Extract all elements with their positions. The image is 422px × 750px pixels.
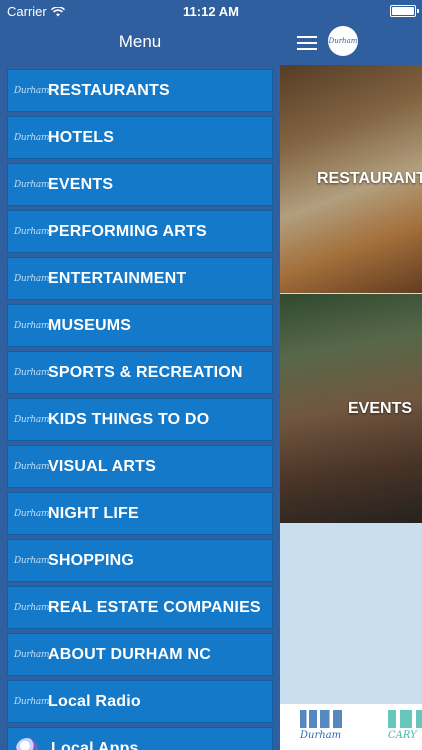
menu-item-performing-arts[interactable]: Durham PERFORMING ARTS	[7, 210, 273, 253]
menu-item-restaurants[interactable]: Durham RESTAURANTS	[7, 69, 273, 112]
menu-item-label: SHOPPING	[48, 551, 135, 569]
menu-title: Menu	[118, 32, 162, 51]
menu-item-kids-things[interactable]: Durham KIDS THINGS TO DO	[7, 398, 273, 441]
menu-item-label: ABOUT DURHAM NC	[48, 645, 211, 663]
tile-restaurants[interactable]: RESTAURANTS	[280, 65, 422, 293]
tile-events[interactable]: EVENTS	[280, 294, 422, 523]
menu-item-label: KIDS THINGS TO DO	[48, 410, 210, 428]
tab-cary[interactable]: CARY	[388, 710, 422, 741]
apps-icon	[16, 737, 38, 750]
menu-item-local-radio[interactable]: Durham Local Radio	[7, 680, 273, 723]
tile-label: RESTAURANTS	[317, 170, 422, 187]
menu-item-museums[interactable]: Durham MUSEUMS	[7, 304, 273, 347]
menu-item-label: HOTELS	[48, 128, 115, 146]
durham-logo-icon: Durham	[14, 367, 50, 378]
menu-item-real-estate[interactable]: Durham REAL ESTATE COMPANIES	[7, 586, 273, 629]
main-content: Durham RESTAURANTS EVENTS Durham CARY	[280, 0, 422, 750]
menu-item-local-apps[interactable]: Local Apps	[7, 727, 273, 750]
menu-item-label: Local Apps	[51, 739, 139, 750]
menu-item-label: MUSEUMS	[48, 316, 132, 334]
menu-item-label: PERFORMING ARTS	[48, 222, 207, 240]
cary-skyline-icon	[388, 710, 422, 728]
menu-item-sports-recreation[interactable]: Durham SPORTS & RECREATION	[7, 351, 273, 394]
durham-skyline-icon	[300, 710, 342, 728]
menu-item-entertainment[interactable]: Durham ENTERTAINMENT	[7, 257, 273, 300]
durham-logo-icon: Durham	[14, 602, 50, 613]
menu-item-hotels[interactable]: Durham HOTELS	[7, 116, 273, 159]
menu-item-events[interactable]: Durham EVENTS	[7, 163, 273, 206]
side-menu: Menu Durham RESTAURANTS Durham HOTELS Du…	[0, 0, 280, 750]
durham-logo-icon: Durham	[14, 649, 50, 660]
durham-logo-icon: Durham	[14, 273, 50, 284]
menu-item-about-durham[interactable]: Durham ABOUT DURHAM NC	[7, 633, 273, 676]
clock: 11:12 AM	[183, 4, 239, 19]
durham-logo-icon: Durham	[14, 414, 50, 425]
status-bar: Carrier 11:12 AM	[0, 0, 422, 22]
durham-logo-icon: Durham	[14, 132, 50, 143]
menu-item-label: EVENTS	[48, 175, 114, 193]
durham-logo-icon: Durham	[14, 461, 50, 472]
menu-item-label: RESTAURANTS	[48, 81, 170, 99]
tab-label: Durham	[300, 730, 342, 741]
durham-logo-icon: Durham	[14, 179, 50, 190]
menu-item-night-life[interactable]: Durham NIGHT LIFE	[7, 492, 273, 535]
app-screen: Carrier 11:12 AM Menu Durham RESTAURANTS…	[0, 0, 422, 750]
durham-logo-icon: Durham	[14, 320, 50, 331]
bottom-tab-bar: Durham CARY	[280, 703, 422, 750]
menu-item-label: REAL ESTATE COMPANIES	[48, 598, 261, 616]
durham-logo-icon: Durham	[14, 85, 50, 96]
durham-logo-icon: Durham	[14, 555, 50, 566]
menu-item-visual-arts[interactable]: Durham VISUAL ARTS	[7, 445, 273, 488]
durham-logo-icon: Durham	[14, 226, 50, 237]
battery-icon	[390, 5, 419, 17]
durham-logo-icon: Durham	[14, 696, 50, 707]
menu-item-label: ENTERTAINMENT	[48, 269, 187, 287]
tab-durham[interactable]: Durham	[300, 710, 342, 741]
durham-logo-icon: Durham	[14, 508, 50, 519]
menu-item-label: SPORTS & RECREATION	[48, 363, 243, 381]
durham-badge-logo: Durham	[328, 26, 358, 56]
menu-item-label: Local Radio	[48, 692, 141, 710]
menu-list: Durham RESTAURANTS Durham HOTELS Durham …	[7, 69, 273, 750]
tab-label: CARY	[388, 730, 417, 741]
tile-label: EVENTS	[348, 399, 413, 417]
menu-item-shopping[interactable]: Durham SHOPPING	[7, 539, 273, 582]
hamburger-menu-icon[interactable]	[297, 36, 317, 50]
menu-item-label: NIGHT LIFE	[48, 504, 139, 522]
menu-item-label: VISUAL ARTS	[48, 457, 156, 475]
